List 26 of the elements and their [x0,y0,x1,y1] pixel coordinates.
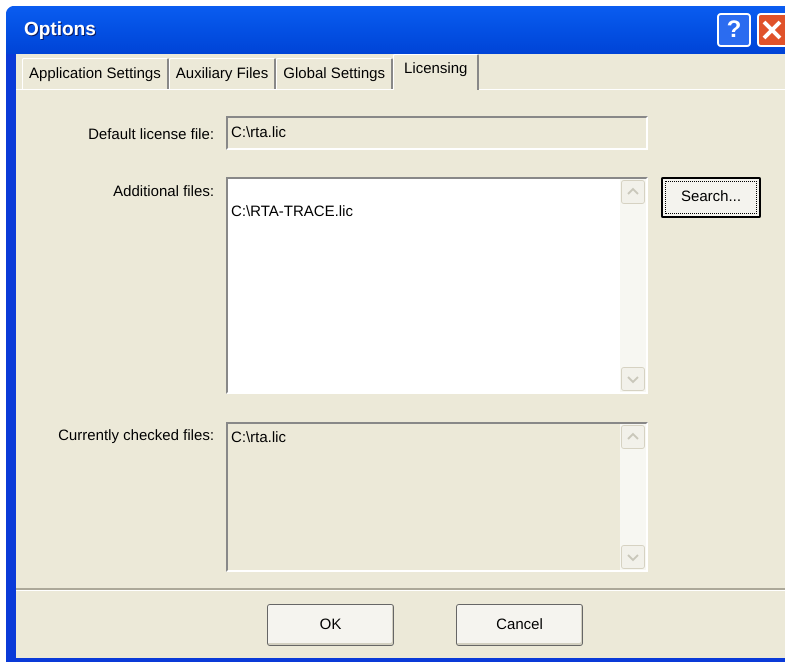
scroll-down-button[interactable] [621,367,645,391]
cancel-button[interactable]: Cancel [456,604,583,646]
close-button[interactable] [757,13,785,47]
tab[interactable]: Auxiliary Files [168,58,276,89]
checked-files-list[interactable]: C:\rta.lic [226,422,648,572]
field-label: Default license file: [87,125,215,145]
tab[interactable]: Global Settings [276,58,394,89]
scrollbar[interactable] [620,179,646,392]
search-button[interactable]: Search... [661,177,761,218]
field-value: C:\rta.lic [231,124,286,141]
tab[interactable]: Licensing [393,54,480,90]
default-license-field[interactable]: C:\rta.lic [226,116,648,150]
list-item[interactable]: C:\RTA-TRACE.lic [231,201,617,224]
tab[interactable]: Application Settings [22,58,169,89]
additional-files-list[interactable]: C:\RTA-TRACE.lic [226,177,648,394]
field-label: Additional files: [112,182,215,202]
scrollbar[interactable] [620,424,646,570]
scroll-down-button[interactable] [621,545,645,569]
scroll-up-button[interactable] [621,425,645,449]
close-icon [761,19,783,41]
ok-button[interactable]: OK [267,604,394,646]
field-label: Currently checked files: [57,426,215,446]
help-button[interactable]: ? [717,13,751,47]
list-item[interactable]: C:\rta.lic [231,427,617,450]
scroll-up-button[interactable] [621,180,645,204]
window-title: Options [24,18,96,42]
